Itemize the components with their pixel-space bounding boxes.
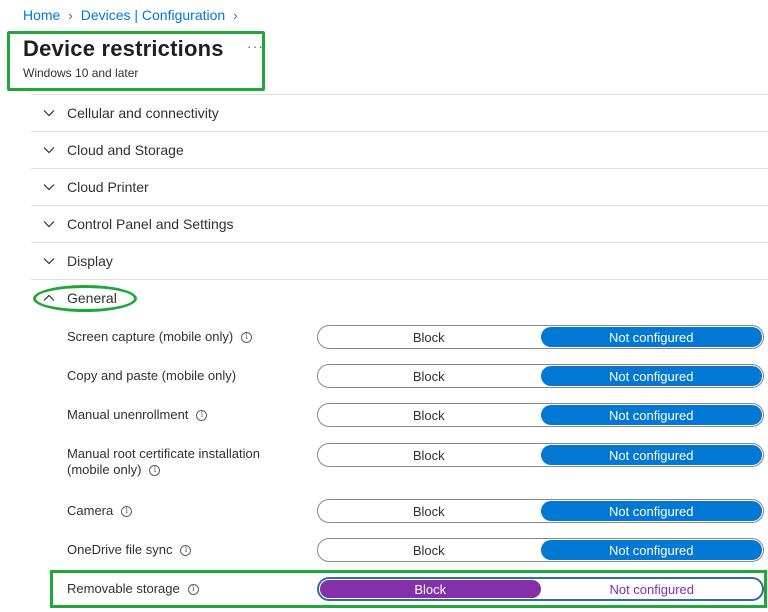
not-configured-option[interactable]: Not configured — [542, 579, 763, 599]
block-option[interactable]: Block — [318, 444, 540, 466]
setting-label: Manual unenrollment i — [67, 407, 208, 423]
not-configured-option[interactable]: Not configured — [540, 501, 762, 521]
general-highlight-ellipse — [33, 285, 137, 312]
block-option[interactable]: Block — [320, 580, 541, 598]
section-display[interactable]: Display — [31, 242, 768, 279]
info-icon[interactable]: i — [121, 505, 133, 517]
info-icon[interactable]: i — [180, 544, 192, 556]
section-cloud-and-storage[interactable]: Cloud and Storage — [31, 131, 768, 168]
not-configured-option[interactable]: Not configured — [540, 445, 762, 465]
chevron-down-icon — [31, 254, 67, 268]
setting-label: OneDrive file sync i — [67, 542, 192, 558]
chevron-down-icon — [31, 180, 67, 194]
setting-label: Camera i — [67, 503, 133, 519]
setting-label: Manual root certificate installation (mo… — [67, 446, 260, 477]
onedrive-file-sync-toggle: Block Not configured — [317, 538, 764, 562]
camera-toggle: Block Not configured — [317, 499, 764, 523]
chevron-down-icon — [31, 143, 67, 157]
setting-onedrive-file-sync: OneDrive file sync i Block Not configure… — [67, 535, 767, 565]
breadcrumb: Home › Devices | Configuration › — [23, 7, 246, 23]
removable-storage-toggle: Block Not configured — [317, 577, 764, 601]
section-label: Cloud Printer — [67, 179, 149, 195]
section-label: Control Panel and Settings — [67, 216, 234, 232]
setting-manual-root-certificate: Manual root certificate installation (mo… — [67, 440, 767, 482]
section-cloud-printer[interactable]: Cloud Printer — [31, 168, 768, 205]
section-label: Display — [67, 253, 113, 269]
info-icon[interactable]: i — [187, 583, 199, 595]
not-configured-option[interactable]: Not configured — [540, 405, 762, 425]
setting-copy-and-paste: Copy and paste (mobile only) Block Not c… — [67, 361, 767, 391]
block-option[interactable]: Block — [318, 404, 540, 426]
screen-capture-toggle: Block Not configured — [317, 325, 764, 349]
setting-removable-storage: Removable storage i Block Not configured — [67, 574, 767, 604]
section-cellular-and-connectivity[interactable]: Cellular and connectivity — [31, 94, 768, 131]
info-icon[interactable]: i — [241, 331, 253, 343]
copy-and-paste-toggle: Block Not configured — [317, 364, 764, 388]
info-icon[interactable]: i — [196, 409, 208, 421]
section-control-panel-and-settings[interactable]: Control Panel and Settings — [31, 205, 768, 242]
info-icon[interactable]: i — [149, 464, 161, 476]
setting-label: Copy and paste (mobile only) — [67, 368, 237, 383]
setting-label: Removable storage i — [67, 581, 199, 597]
page-subtitle: Windows 10 and later — [23, 66, 139, 80]
chevron-down-icon — [31, 106, 67, 120]
section-label: Cellular and connectivity — [67, 105, 219, 121]
device-restrictions-page: Home › Devices | Configuration › Device … — [0, 0, 768, 612]
chevron-right-icon: › — [233, 7, 238, 23]
not-configured-option[interactable]: Not configured — [540, 540, 762, 560]
setting-label: Screen capture (mobile only) i — [67, 329, 253, 345]
chevron-down-icon — [31, 217, 67, 231]
section-general[interactable]: General — [31, 279, 768, 316]
section-label: Cloud and Storage — [67, 142, 184, 158]
setting-screen-capture: Screen capture (mobile only) i Block Not… — [67, 322, 767, 352]
manual-unenrollment-toggle: Block Not configured — [317, 403, 764, 427]
settings-accordion: Cellular and connectivity Cloud and Stor… — [31, 94, 768, 316]
block-option[interactable]: Block — [318, 365, 540, 387]
block-option[interactable]: Block — [318, 326, 540, 348]
block-option[interactable]: Block — [318, 539, 540, 561]
page-title: Device restrictions — [23, 36, 224, 61]
more-options-icon[interactable]: ··· — [247, 38, 264, 54]
not-configured-option[interactable]: Not configured — [540, 366, 762, 386]
not-configured-option[interactable]: Not configured — [540, 327, 762, 347]
setting-manual-unenrollment: Manual unenrollment i Block Not configur… — [67, 400, 767, 430]
block-option[interactable]: Block — [318, 500, 540, 522]
breadcrumb-devices-configuration-link[interactable]: Devices | Configuration — [81, 7, 225, 23]
breadcrumb-home-link[interactable]: Home — [23, 7, 60, 23]
manual-root-certificate-toggle: Block Not configured — [317, 443, 764, 467]
chevron-right-icon: › — [68, 7, 73, 23]
setting-camera: Camera i Block Not configured — [67, 496, 767, 526]
